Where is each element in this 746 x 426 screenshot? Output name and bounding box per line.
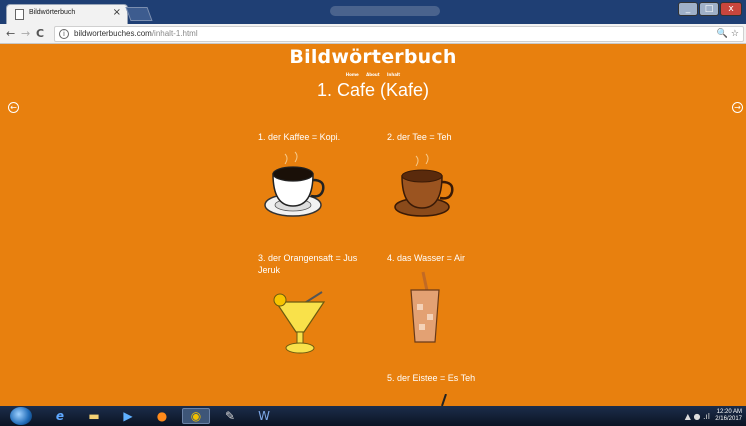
item-label-orangensaft: 3. der Orangensaft = Jus Jeruk (258, 253, 358, 275)
windows-taskbar: e ▬ ▶ ● ◉ ✎ W ▲ ● .ıl 12:20 AM 2/16/2017 (0, 406, 746, 426)
menu-inhalt[interactable]: Inhalt (387, 72, 400, 77)
page-title: 1. Cafe (Kafe) (316, 80, 430, 100)
reload-button[interactable]: C (36, 27, 44, 40)
close-window-button[interactable]: x (720, 2, 742, 16)
firefox-icon[interactable]: ● (148, 408, 176, 424)
menu-about[interactable]: About (366, 72, 379, 77)
zoom-and-bookmark-icons[interactable]: 🔍 ☆ (717, 29, 739, 39)
tool-icon[interactable]: ✎ (216, 408, 244, 424)
back-button[interactable]: ← (6, 27, 15, 40)
forward-button[interactable]: → (21, 27, 30, 40)
word-icon[interactable]: W (250, 408, 278, 424)
tea-cup-image (394, 153, 454, 217)
window-title-blurred (330, 6, 440, 16)
ice-tea-image (441, 394, 447, 406)
item-label-wasser: 4. das Wasser = Air (387, 253, 465, 263)
clock-time: 12:20 AM (716, 409, 742, 415)
url-domain: bildworterbuches.com (74, 29, 152, 38)
info-icon[interactable]: i (59, 29, 69, 39)
window-controls: _ □ x (678, 2, 742, 16)
page-icon (15, 9, 24, 20)
next-page-arrow-icon[interactable]: → (732, 102, 743, 113)
close-tab-icon[interactable]: × (113, 7, 121, 18)
orange-juice-glass-image (273, 291, 326, 354)
site-brand[interactable]: Bildwörterbuch (0, 46, 746, 68)
browser-toolbar: ← → C i bildworterbuches.com/inhalt-1.ht… (0, 24, 746, 44)
water-glass-image (410, 271, 440, 343)
maximize-button[interactable]: □ (699, 2, 719, 16)
url-text[interactable]: bildworterbuches.com/inhalt-1.html (74, 29, 198, 38)
item-label-eistee: 5. der Eistee = Es Teh (387, 373, 476, 383)
coffee-cup-image (264, 151, 325, 217)
start-button[interactable] (10, 407, 32, 425)
media-player-icon[interactable]: ▶ (114, 408, 142, 424)
menu-home[interactable]: Home (346, 72, 359, 77)
new-tab-button[interactable] (125, 7, 153, 21)
site-menu: Home About Inhalt (0, 72, 746, 77)
tray-icons[interactable]: ▲ ● .ıl (685, 412, 710, 421)
browser-tab[interactable]: Bildwörterbuch × (6, 4, 128, 24)
minimize-button[interactable]: _ (678, 2, 698, 16)
item-label-tee: 2. der Tee = Teh (387, 132, 452, 142)
ie-icon[interactable]: e (46, 408, 74, 424)
prev-page-arrow-icon[interactable]: ← (8, 102, 19, 113)
address-bar[interactable]: i bildworterbuches.com/inhalt-1.html 🔍 ☆ (54, 26, 744, 42)
chrome-icon[interactable]: ◉ (182, 408, 210, 424)
explorer-icon[interactable]: ▬ (80, 408, 108, 424)
clock-date: 2/16/2017 (715, 416, 742, 422)
tab-title: Bildwörterbuch (29, 9, 76, 16)
url-path: /inhalt-1.html (151, 29, 198, 38)
system-clock[interactable]: 12:20 AM 2/16/2017 (715, 409, 742, 423)
browser-tabstrip: Bildwörterbuch × _ □ x (0, 0, 746, 24)
item-label-kaffee: 1. der Kaffee = Kopi. (258, 132, 341, 142)
